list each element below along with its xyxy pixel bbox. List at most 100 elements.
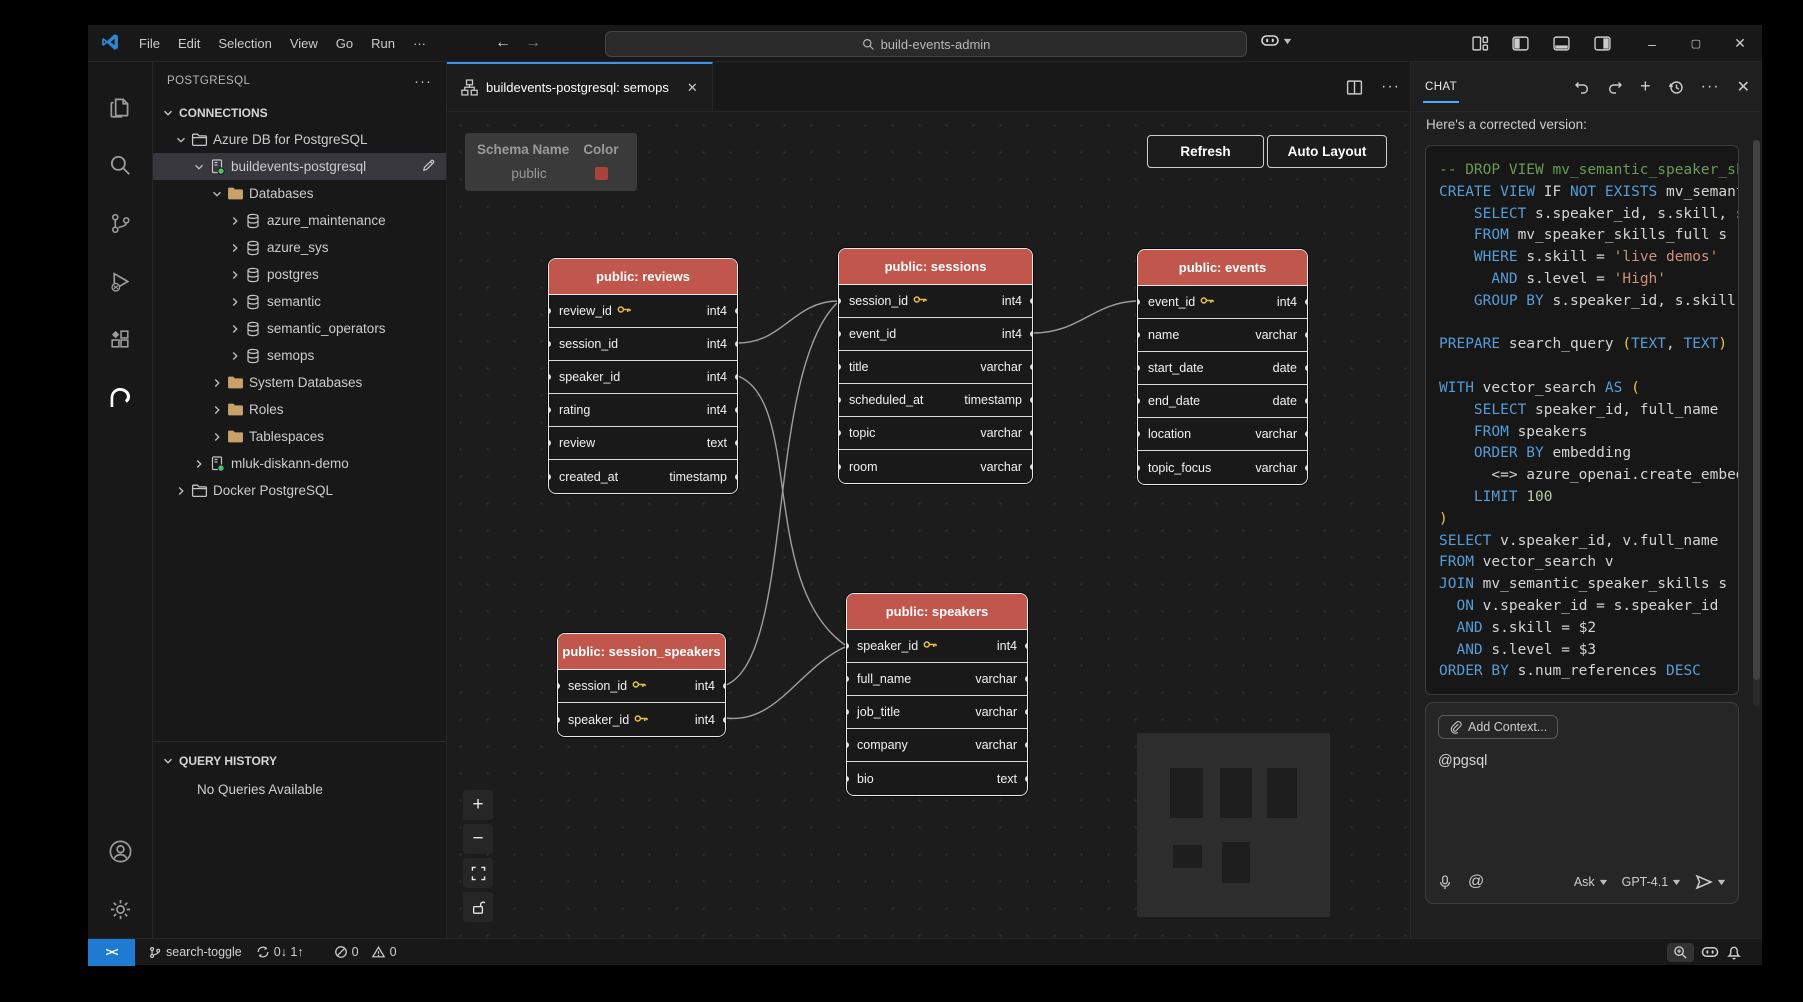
table-column-row[interactable]: topicvarchar <box>839 417 1032 450</box>
tree-item-semops[interactable]: semops <box>153 342 446 369</box>
auto-layout-button[interactable]: Auto Layout <box>1267 135 1387 168</box>
settings-gear-icon[interactable] <box>88 880 153 938</box>
tree-item-tablespaces[interactable]: Tablespaces <box>153 423 446 450</box>
mention-icon[interactable]: @ <box>1468 873 1484 891</box>
tree-item-buildevents-postgresql[interactable]: buildevents-postgresql <box>153 153 446 180</box>
extensions-icon[interactable] <box>88 310 153 368</box>
editor-more-actions-icon[interactable]: ··· <box>1381 78 1400 96</box>
table-header[interactable]: public: sessions <box>839 249 1032 285</box>
table-column-row[interactable]: event_idint4 <box>839 318 1032 351</box>
table-column-row[interactable]: job_titlevarchar <box>847 696 1027 729</box>
connections-section-header[interactable]: CONNECTIONS <box>153 100 446 126</box>
edit-pencil-icon[interactable] <box>421 158 436 176</box>
schema-designer-canvas[interactable]: Schema Name Color public Refresh Auto La… <box>447 112 1410 938</box>
chat-tab[interactable]: CHAT <box>1423 75 1459 99</box>
menu-more[interactable]: ··· <box>404 32 435 55</box>
table-column-row[interactable]: speaker_idint4 <box>558 703 725 736</box>
table-header[interactable]: public: reviews <box>549 259 737 295</box>
table-column-row[interactable]: companyvarchar <box>847 729 1027 762</box>
diagram-minimap[interactable] <box>1137 733 1330 917</box>
table-header[interactable]: public: speakers <box>847 594 1027 630</box>
chevron-right-icon[interactable] <box>227 349 243 363</box>
query-history-header[interactable]: QUERY HISTORY <box>153 748 446 774</box>
model-dropdown[interactable]: GPT-4.1▼ <box>1622 875 1681 889</box>
menu-go[interactable]: Go <box>327 32 362 55</box>
search-view-icon[interactable] <box>88 136 153 194</box>
back-arrow-icon[interactable]: ← <box>495 34 511 52</box>
tree-item-mluk-diskann-demo[interactable]: mluk-diskann-demo <box>153 450 446 477</box>
fit-view-button[interactable] <box>463 858 493 888</box>
notifications-bell-icon[interactable] <box>1726 944 1742 960</box>
table-column-row[interactable]: topic_focusvarchar <box>1138 451 1307 484</box>
table-column-row[interactable]: event_idint4 <box>1138 286 1307 319</box>
table-column-row[interactable]: roomvarchar <box>839 450 1032 483</box>
undo-icon[interactable] <box>1574 79 1590 95</box>
table-column-row[interactable]: ratingint4 <box>549 394 737 427</box>
table-column-row[interactable]: titlevarchar <box>839 351 1032 384</box>
close-window-button[interactable]: ✕ <box>1718 35 1762 52</box>
problems-status-item[interactable]: 0 0 <box>327 945 404 959</box>
table-column-row[interactable]: namevarchar <box>1138 319 1307 352</box>
chevron-right-icon[interactable] <box>227 295 243 309</box>
table-column-row[interactable]: start_datedate <box>1138 352 1307 385</box>
explorer-icon[interactable] <box>88 78 153 136</box>
new-chat-icon[interactable]: + <box>1640 76 1651 97</box>
run-debug-icon[interactable] <box>88 252 153 310</box>
table-header[interactable]: public: events <box>1138 250 1307 286</box>
menu-file[interactable]: File <box>130 32 169 55</box>
chevron-down-icon[interactable] <box>173 133 189 147</box>
sidebar-more-icon[interactable]: ··· <box>414 73 432 90</box>
table-column-row[interactable]: reviewtext <box>549 427 737 460</box>
table-column-row[interactable]: speaker_idint4 <box>847 630 1027 663</box>
tree-item-postgres[interactable]: postgres <box>153 261 446 288</box>
mode-dropdown[interactable]: Ask▼ <box>1574 875 1608 889</box>
table-column-row[interactable]: end_datedate <box>1138 385 1307 418</box>
refresh-button[interactable]: Refresh <box>1147 135 1264 168</box>
menu-edit[interactable]: Edit <box>169 32 209 55</box>
table-column-row[interactable]: session_idint4 <box>558 670 725 703</box>
table-sessions[interactable]: public: sessionssession_idint4event_idin… <box>838 248 1033 484</box>
chat-scrollbar[interactable] <box>1753 140 1760 706</box>
maximize-button[interactable]: ▢ <box>1674 37 1718 50</box>
table-column-row[interactable]: speaker_idint4 <box>549 361 737 394</box>
copilot-menu[interactable]: ▼ <box>1260 32 1292 50</box>
chat-close-icon[interactable]: ✕ <box>1737 77 1750 97</box>
table-reviews[interactable]: public: reviewsreview_idint4session_idin… <box>548 258 738 494</box>
tree-item-semantic-operators[interactable]: semantic_operators <box>153 315 446 342</box>
zoom-out-button[interactable]: − <box>463 824 493 854</box>
table-column-row[interactable]: scheduled_attimestamp <box>839 384 1032 417</box>
tree-item-azure-maintenance[interactable]: azure_maintenance <box>153 207 446 234</box>
table-speakers[interactable]: public: speakersspeaker_idint4full_namev… <box>846 593 1028 796</box>
table-header[interactable]: public: session_speakers <box>558 634 725 670</box>
tab-schema-visualizer[interactable]: buildevents-postgresql: semops ✕ <box>447 62 713 111</box>
chevron-right-icon[interactable] <box>173 484 189 498</box>
toggle-secondary-sidebar-icon[interactable] <box>1593 35 1612 52</box>
source-control-icon[interactable] <box>88 194 153 252</box>
toggle-primary-sidebar-icon[interactable] <box>1511 35 1530 52</box>
chevron-right-icon[interactable] <box>209 430 225 444</box>
remote-indicator[interactable]: >< <box>88 939 135 966</box>
tree-item-databases[interactable]: Databases <box>153 180 446 207</box>
split-editor-icon[interactable] <box>1346 79 1363 96</box>
copilot-status-icon[interactable] <box>1700 944 1720 961</box>
send-button[interactable]: ▼ <box>1695 874 1726 890</box>
chevron-right-icon[interactable] <box>191 457 207 471</box>
minimize-button[interactable]: – <box>1630 36 1674 52</box>
redo-icon[interactable] <box>1607 79 1623 95</box>
tree-item-roles[interactable]: Roles <box>153 396 446 423</box>
chevron-right-icon[interactable] <box>227 241 243 255</box>
forward-arrow-icon[interactable]: → <box>525 34 541 52</box>
sync-status-item[interactable]: 0↓ 1↑ <box>249 945 311 959</box>
zoom-status-icon[interactable] <box>1667 943 1694 962</box>
chat-input-box[interactable]: Add Context... @pgsql @ Ask▼ GPT-4.1▼ ▼ <box>1425 702 1739 904</box>
tree-item-system-databases[interactable]: System Databases <box>153 369 446 396</box>
branch-status-item[interactable]: search-toggle <box>141 945 249 960</box>
chat-more-icon[interactable]: ··· <box>1701 78 1720 96</box>
tree-item-azure-db-for-postgresql[interactable]: Azure DB for PostgreSQL <box>153 126 446 153</box>
table-column-row[interactable]: review_idint4 <box>549 295 737 328</box>
chevron-down-icon[interactable] <box>191 160 207 174</box>
table-events[interactable]: public: eventsevent_idint4namevarcharsta… <box>1137 249 1308 485</box>
add-context-chip[interactable]: Add Context... <box>1438 715 1558 739</box>
table-column-row[interactable]: created_attimestamp <box>549 460 737 493</box>
table-column-row[interactable]: full_namevarchar <box>847 663 1027 696</box>
